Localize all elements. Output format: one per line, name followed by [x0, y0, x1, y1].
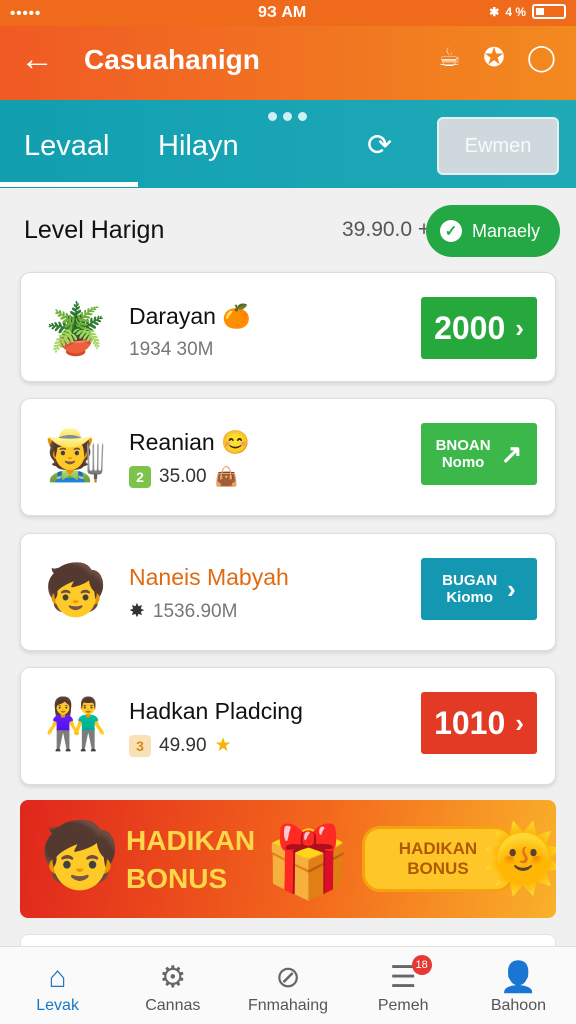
level-badge: 3	[129, 734, 151, 757]
smile-icon: 😊	[221, 429, 250, 455]
fruit-icon: 🍊	[222, 303, 251, 329]
nav-label: Pemeh	[377, 997, 429, 1014]
kid-mascot-icon: 🧒	[40, 819, 120, 891]
notification-badge: 18	[411, 955, 432, 975]
nav-label: Levak	[36, 997, 79, 1014]
action-label: BUGAN Kiomo	[442, 572, 498, 606]
battery-icon	[532, 4, 566, 19]
kid-box-avatar-icon: 🧒	[44, 561, 108, 618]
item-action-button[interactable]: BUGAN Kiomo ›	[421, 558, 537, 620]
item-meta-value: 49.90	[159, 734, 207, 756]
block-icon: ⊘	[275, 961, 301, 994]
bonus-banner[interactable]: 🧒 HADIKAN BONUS 🎁 HADIKAN BONUS 🌞	[20, 800, 556, 918]
item-name: Naneis Mabyah	[129, 564, 289, 590]
user-icon: 👤	[499, 961, 538, 994]
nav-item-bahoon[interactable]: 👤 Bahoon	[461, 947, 576, 1024]
list-item[interactable]: 👫 Hadkan Pladcing 3 49.90 ★ 1010 ›	[20, 667, 556, 785]
level-badge: 2	[129, 466, 151, 488]
item-name: Hadkan Pladcing	[129, 698, 303, 724]
item-meta-value: 1536.90M	[152, 600, 238, 622]
nav-item-fnmahaing[interactable]: ⊘ Fnmahaing	[230, 947, 345, 1024]
arrow-icon: ↗	[500, 438, 523, 469]
gear-icon: ⚙	[159, 961, 187, 994]
section-count: 39.90.0 +	[342, 218, 431, 241]
gardener-avatar-icon: 🧑‍🌾	[44, 426, 108, 483]
signal-indicator: •••••	[10, 5, 42, 22]
section-title: Level Harign	[24, 216, 165, 244]
star-burst-icon: ✸	[129, 601, 145, 622]
page-indicator	[268, 112, 307, 121]
app-bar-actions: ☕︎ ✪ ◯	[438, 42, 556, 73]
chevron-right-icon: ›	[507, 573, 516, 604]
item-name: Reanian 😊	[129, 429, 250, 455]
action-label: BNOAN Nomo	[435, 437, 491, 471]
item-name: Darayan 🍊	[129, 303, 251, 329]
star-icon: ★	[214, 735, 232, 756]
banner-title: HADIKAN BONUS	[126, 825, 256, 894]
nav-label: Bahoon	[490, 997, 546, 1014]
tab-level[interactable]: Levaal	[24, 130, 109, 163]
nav-item-pemeh[interactable]: ☰ 18 Pemeh	[346, 947, 461, 1024]
chat-icon[interactable]: ◯	[527, 42, 556, 73]
home-icon: ⌂	[48, 961, 67, 994]
tab-hilayn[interactable]: Hilayn	[158, 130, 239, 163]
manage-label: Manaely	[472, 220, 541, 241]
gift-box-icon: 🎁	[264, 823, 352, 901]
refresh-icon[interactable]: ⟳	[367, 128, 392, 163]
bag-icon: 👜	[214, 467, 239, 488]
kids-basket-avatar-icon: 👫	[44, 695, 108, 752]
chevron-right-icon: ›	[515, 312, 524, 343]
back-arrow-icon[interactable]: ←	[20, 42, 54, 76]
item-meta: ✸ 1536.90M	[129, 600, 237, 623]
tab-action-button[interactable]: Ewmen	[437, 117, 559, 175]
cup-icon[interactable]: ☕︎	[438, 42, 461, 73]
item-action-button[interactable]: 1010 ›	[421, 692, 537, 754]
app-bar: ← Casuahanign ☕︎ ✪ ◯	[0, 26, 576, 100]
plant-icon: 🪴	[44, 300, 108, 357]
list-item[interactable]: 🧒 Naneis Mabyah ✸ 1536.90M BUGAN Kiomo ›	[20, 533, 556, 651]
status-bar: ••••• 9З АМ ✱ 4 %	[0, 0, 576, 26]
item-action-button[interactable]: BNOAN Nomo ↗	[421, 423, 537, 485]
bluetooth-icon: ✱	[489, 4, 500, 19]
list-item[interactable]: 🧑‍🌾 Reanian 😊 2 35.00 👜 BNOAN Nomo ↗	[20, 398, 556, 516]
chevron-right-icon: ›	[515, 707, 524, 738]
nav-label: Cannas	[145, 997, 201, 1014]
check-icon: ✓	[440, 220, 462, 242]
item-meta: 2 35.00 👜	[129, 465, 238, 489]
active-tab-indicator	[0, 182, 138, 187]
item-meta-value: 35.00	[159, 466, 207, 487]
bottom-nav: ⌂ Levak ⚙ Cannas ⊘ Fnmahaing ☰ 18 Pemeh …	[0, 946, 576, 1024]
manage-button[interactable]: ✓ Manaely	[426, 205, 560, 257]
list-item[interactable]: 🪴 Darayan 🍊 1934 30M 2000 ›	[20, 272, 556, 382]
nav-item-cannas[interactable]: ⚙ Cannas	[115, 947, 230, 1024]
battery-percent: 4 %	[505, 4, 526, 19]
item-meta: 1934 30M	[129, 339, 214, 360]
action-value: 1010	[434, 704, 506, 741]
sun-mascot-icon: 🌞	[482, 821, 556, 895]
nav-label: Fnmahaing	[247, 997, 329, 1014]
item-action-button[interactable]: 2000 ›	[421, 297, 537, 359]
bell-icon[interactable]: ✪	[483, 42, 505, 73]
action-value: 2000	[434, 309, 506, 346]
status-right: ✱ 4 %	[489, 4, 566, 19]
item-meta: 3 49.90 ★	[129, 734, 232, 757]
status-time: 9З АМ	[258, 4, 307, 21]
nav-item-levak[interactable]: ⌂ Levak	[0, 947, 115, 1024]
page-title: Casuahanign	[84, 44, 260, 75]
